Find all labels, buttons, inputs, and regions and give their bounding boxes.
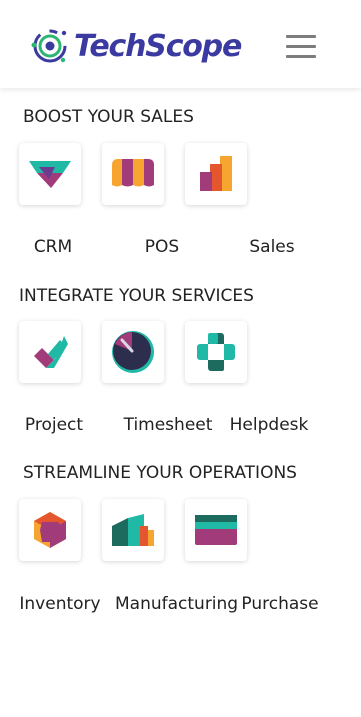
inventory-app-tile[interactable]	[19, 499, 81, 561]
project-app-tile[interactable]	[19, 321, 81, 383]
crm-icon	[29, 161, 71, 188]
sales-label[interactable]: Sales	[212, 237, 332, 257]
manufacturing-label[interactable]: Manufacturing	[115, 594, 238, 614]
inventory-label[interactable]: Inventory	[0, 594, 120, 614]
helpdesk-icon	[197, 333, 235, 371]
helpdesk-label[interactable]: Helpdesk	[209, 415, 329, 435]
timesheet-app-tile[interactable]	[102, 321, 164, 383]
timesheet-icon	[112, 331, 154, 373]
pos-app-tile[interactable]	[102, 143, 164, 205]
hamburger-icon[interactable]	[286, 34, 316, 58]
manufacturing-icon	[112, 514, 154, 546]
helpdesk-app-tile[interactable]	[185, 321, 247, 383]
pos-icon	[112, 159, 154, 187]
logo-text: TechScope	[74, 28, 242, 64]
techscope-logo[interactable]: TechScope	[28, 25, 242, 67]
crm-app-tile[interactable]	[19, 143, 81, 205]
techscope-logo-icon	[31, 29, 67, 63]
project-icon	[34, 336, 68, 368]
section-title-streamline-your-operations: STREAMLINE YOUR OPERATIONS	[23, 463, 297, 483]
sales-icon	[200, 156, 232, 191]
manufacturing-app-tile[interactable]	[102, 499, 164, 561]
sales-app-tile[interactable]	[185, 143, 247, 205]
project-label[interactable]: Project	[0, 415, 114, 435]
purchase-label[interactable]: Purchase	[220, 594, 340, 614]
purchase-app-tile[interactable]	[185, 499, 247, 561]
site-header: TechScope	[0, 0, 361, 88]
inventory-icon	[34, 512, 66, 548]
section-title-boost-your-sales: BOOST YOUR SALES	[23, 107, 194, 127]
crm-label[interactable]: CRM	[0, 237, 113, 257]
pos-label[interactable]: POS	[102, 237, 222, 257]
section-title-integrate-your-services: INTEGRATE YOUR SERVICES	[19, 286, 254, 306]
purchase-icon	[195, 515, 237, 545]
